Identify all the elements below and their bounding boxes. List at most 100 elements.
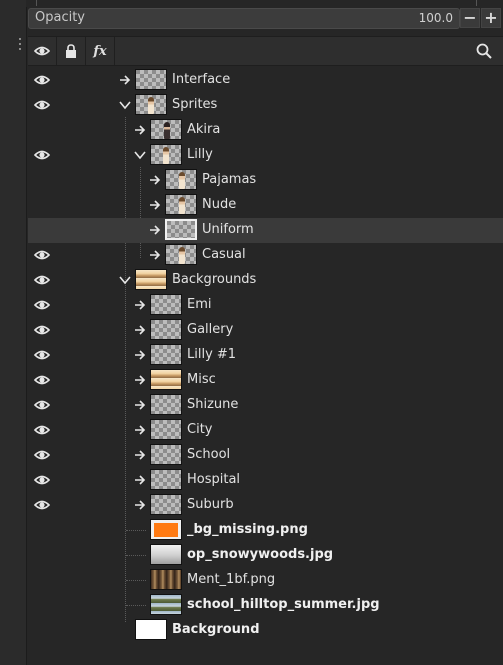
eye-icon[interactable] xyxy=(34,349,50,361)
eye-icon[interactable] xyxy=(34,399,50,411)
layer-row-pajamas[interactable]: Pajamas xyxy=(28,168,503,193)
layer-thumbnail xyxy=(165,244,197,265)
layer-name: Emi xyxy=(187,297,212,312)
eye-icon[interactable] xyxy=(34,499,50,511)
arrow-right-icon[interactable] xyxy=(132,447,148,463)
layer-row-emi[interactable]: Emi xyxy=(28,293,503,318)
layer-row-op-snowywoods[interactable]: op_snowywoods.jpg xyxy=(28,543,503,568)
chevron-down-icon[interactable] xyxy=(132,147,148,163)
layer-name: Backgrounds xyxy=(172,272,257,287)
layer-row-background[interactable]: Background xyxy=(28,618,503,643)
eye-icon[interactable] xyxy=(34,299,50,311)
layer-row-shizune[interactable]: Shizune xyxy=(28,393,503,418)
toggle-effects-column-button[interactable]: fx xyxy=(86,37,115,65)
layer-name: Lilly xyxy=(187,147,213,162)
layer-row-ment-1bf[interactable]: Ment_1bf.png xyxy=(28,568,503,593)
layer-row-nude[interactable]: Nude xyxy=(28,193,503,218)
search-icon xyxy=(476,43,492,59)
eye-icon[interactable] xyxy=(34,74,50,86)
arrow-right-icon[interactable] xyxy=(132,122,148,138)
eye-icon[interactable] xyxy=(34,374,50,386)
layer-row-hospital[interactable]: Hospital xyxy=(28,468,503,493)
eye-icon[interactable] xyxy=(34,249,50,261)
layer-thumbnail xyxy=(165,194,197,215)
layer-thumbnail xyxy=(150,469,182,490)
arrow-right-icon[interactable] xyxy=(132,347,148,363)
eye-icon[interactable] xyxy=(34,274,50,286)
chevron-down-icon[interactable] xyxy=(117,97,133,113)
layer-name: Sprites xyxy=(172,97,218,112)
layer-row-sprites[interactable]: Sprites xyxy=(28,93,503,118)
layer-name: Ment_1bf.png xyxy=(187,572,276,587)
layer-thumbnail xyxy=(150,594,182,615)
layer-row-backgrounds[interactable]: Backgrounds xyxy=(28,268,503,293)
panel-grip-handle[interactable] xyxy=(19,38,23,52)
layer-thumbnail xyxy=(165,219,197,240)
layer-row-school-hilltop-summer[interactable]: school_hilltop_summer.jpg xyxy=(28,593,503,618)
layer-row-akira[interactable]: Akira xyxy=(28,118,503,143)
layer-name: Akira xyxy=(187,122,221,137)
arrow-right-icon[interactable] xyxy=(132,372,148,388)
layer-name: Gallery xyxy=(187,322,234,337)
opacity-value: 100.0 xyxy=(418,11,453,25)
layer-thumbnail xyxy=(150,344,182,365)
eye-icon xyxy=(34,46,50,56)
layer-name: op_snowywoods.jpg xyxy=(187,547,334,562)
tree-guide xyxy=(126,530,146,531)
layer-thumbnail xyxy=(150,419,182,440)
layer-thumbnail xyxy=(150,569,182,590)
fx-icon: fx xyxy=(93,43,107,59)
layer-row-misc[interactable]: Misc xyxy=(28,368,503,393)
top-strip xyxy=(26,0,503,7)
toggle-visibility-column-button[interactable] xyxy=(28,37,57,65)
layer-row-lilly-1[interactable]: Lilly #1 xyxy=(28,343,503,368)
layer-row-city[interactable]: City xyxy=(28,418,503,443)
left-gutter xyxy=(0,0,27,665)
arrow-right-icon[interactable] xyxy=(132,422,148,438)
arrow-right-icon[interactable] xyxy=(132,397,148,413)
opacity-increase-button[interactable]: + xyxy=(481,8,501,28)
layer-row-casual[interactable]: Casual xyxy=(28,243,503,268)
eye-icon[interactable] xyxy=(34,324,50,336)
layer-row-bg-missing[interactable]: _bg_missing.png xyxy=(28,518,503,543)
eye-icon[interactable] xyxy=(34,474,50,486)
tree-guide xyxy=(126,580,146,581)
toggle-lock-column-button[interactable] xyxy=(57,37,86,65)
layer-thumbnail xyxy=(150,544,182,565)
layer-name: Uniform xyxy=(202,222,254,237)
layer-row-uniform[interactable]: Uniform xyxy=(28,218,503,243)
arrow-right-icon[interactable] xyxy=(132,472,148,488)
layer-thumbnail xyxy=(150,294,182,315)
arrow-right-icon[interactable] xyxy=(132,497,148,513)
tree-guide xyxy=(126,605,146,606)
opacity-decrease-button[interactable]: − xyxy=(460,8,480,28)
layer-thumbnail xyxy=(150,519,182,540)
eye-icon[interactable] xyxy=(34,449,50,461)
arrow-right-icon[interactable] xyxy=(147,172,163,188)
arrow-right-icon[interactable] xyxy=(132,297,148,313)
opacity-field[interactable]: Opacity 100.0 xyxy=(28,8,460,29)
arrow-right-icon[interactable] xyxy=(132,322,148,338)
layer-name: City xyxy=(187,422,213,437)
search-layers-button[interactable] xyxy=(471,37,497,65)
layer-row-gallery[interactable]: Gallery xyxy=(28,318,503,343)
layer-name: Pajamas xyxy=(202,172,257,187)
layer-row-suburb[interactable]: Suburb xyxy=(28,493,503,518)
layer-thumbnail xyxy=(135,269,167,290)
arrow-right-icon[interactable] xyxy=(147,197,163,213)
eye-icon[interactable] xyxy=(34,99,50,111)
arrow-right-icon[interactable] xyxy=(147,247,163,263)
arrow-right-icon[interactable] xyxy=(147,222,163,238)
layer-name: Lilly #1 xyxy=(187,347,237,362)
layer-row-lilly[interactable]: Lilly xyxy=(28,143,503,168)
chevron-down-icon[interactable] xyxy=(117,272,133,288)
layer-tree: Interface Sprites Akira Lilly Pajamas Nu… xyxy=(28,68,503,665)
eye-icon[interactable] xyxy=(34,424,50,436)
layer-row-school[interactable]: School xyxy=(28,443,503,468)
opacity-control: Opacity 100.0 − + xyxy=(28,8,503,29)
arrow-right-icon[interactable] xyxy=(117,72,133,88)
layer-thumbnail xyxy=(150,119,182,140)
eye-icon[interactable] xyxy=(34,149,50,161)
layer-thumbnail xyxy=(150,369,182,390)
layer-row-interface[interactable]: Interface xyxy=(28,68,503,93)
